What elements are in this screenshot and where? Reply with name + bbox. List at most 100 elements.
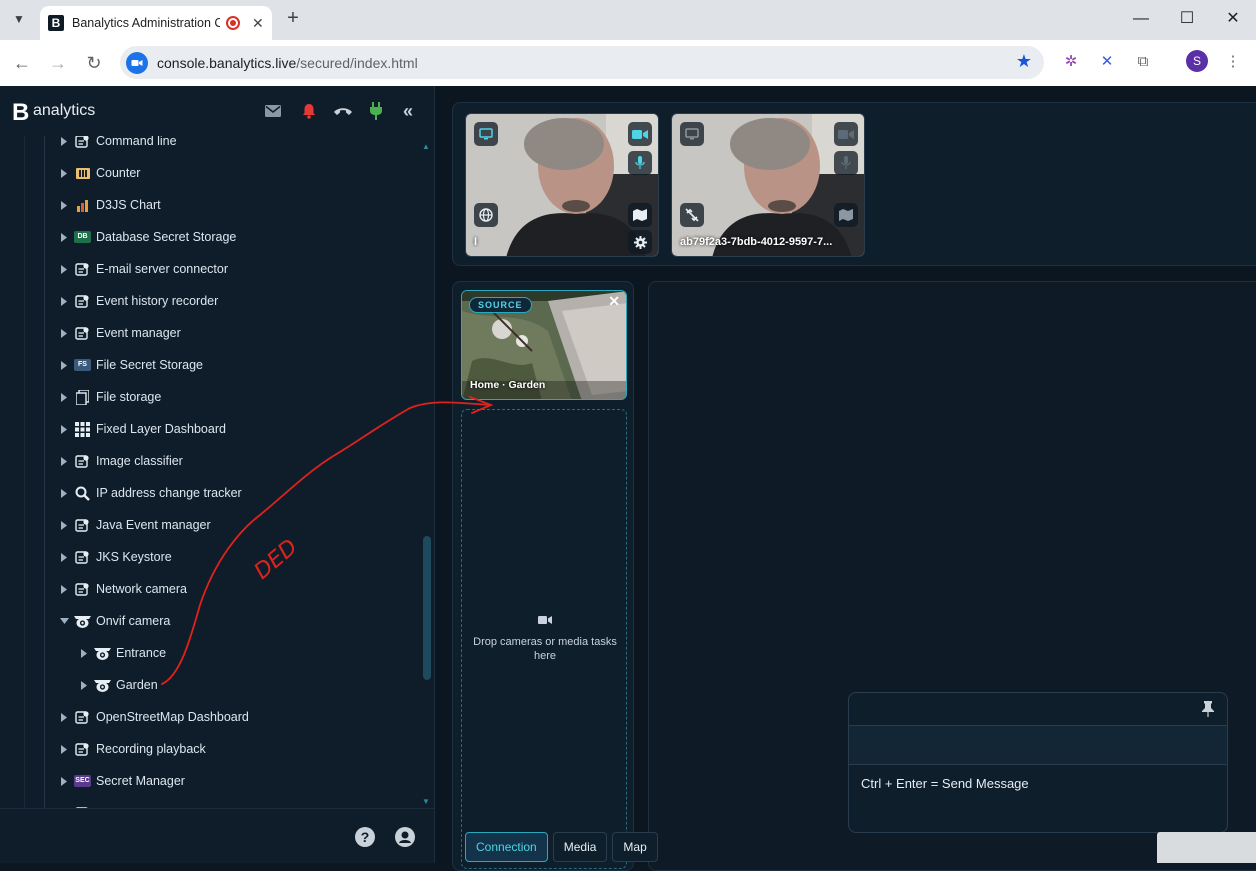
screen-share-off-icon[interactable] (680, 122, 704, 146)
caret-right-icon[interactable] (59, 136, 69, 146)
tree-item-event-history-recorder[interactable]: Event history recorder (59, 290, 218, 312)
caret-right-icon[interactable] (59, 424, 69, 434)
caret-right-icon[interactable] (59, 520, 69, 530)
tree-item-secret-manager[interactable]: SEC Secret Manager (59, 770, 185, 792)
plug-icon[interactable] (366, 101, 386, 121)
tab-media[interactable]: Media (552, 832, 608, 862)
tree-item-label: Command line (96, 136, 177, 148)
map-off-icon[interactable] (834, 203, 858, 227)
tree-item-database-secret-storage[interactable]: DB Database Secret Storage (59, 226, 236, 248)
caret-right-icon[interactable] (59, 296, 69, 306)
caret-right-icon[interactable] (59, 456, 69, 466)
tree-item-entrance[interactable]: Entrance (79, 642, 166, 664)
chat-input[interactable]: Ctrl + Enter = Send Message (849, 765, 1227, 802)
tree-item-recording-playback[interactable]: Recording playback (59, 738, 206, 760)
tab-close-icon[interactable]: ✕ (252, 15, 264, 32)
tree-item-file-storage[interactable]: File storage (59, 386, 161, 408)
tree-item-command-line[interactable]: Command line (59, 136, 177, 152)
caret-right-icon[interactable] (59, 360, 69, 370)
user-icon[interactable] (395, 827, 415, 847)
scroll-down-icon[interactable]: ▼ (422, 797, 430, 806)
chat-messages (849, 726, 1227, 765)
camera-off-icon[interactable] (834, 122, 858, 146)
maximize-icon[interactable]: ☐ (1172, 6, 1202, 32)
tree-item-image-classifier[interactable]: Image classifier (59, 450, 183, 472)
tree-item-java-event-manager[interactable]: Java Event manager (59, 514, 211, 536)
tree-item-garden[interactable]: Garden (79, 674, 158, 696)
back-icon[interactable]: ← (8, 49, 36, 77)
site-info-icon[interactable] (126, 51, 148, 74)
tree-item-network-camera[interactable]: Network camera (59, 578, 187, 600)
video-tile-remote[interactable]: ab79f2a3-7bdb-4012-9597-7... (671, 113, 865, 257)
event-icon (74, 325, 91, 342)
tab-search-icon[interactable]: ▼ (6, 6, 32, 32)
tree-item-fixed-layer-dashboard[interactable]: Fixed Layer Dashboard (59, 418, 226, 440)
caret-right-icon[interactable] (59, 552, 69, 562)
caret-right-icon[interactable] (79, 680, 89, 690)
tab-map[interactable]: Map (612, 832, 658, 862)
unlink-icon[interactable] (680, 203, 704, 227)
caret-right-icon[interactable] (59, 744, 69, 754)
tree-item-file-secret-storage[interactable]: FS File Secret Storage (59, 354, 203, 376)
settings-gear-icon[interactable] (628, 230, 652, 254)
tree-item-ip-address-change-tracker[interactable]: IP address change tracker (59, 482, 242, 504)
close-window-icon[interactable]: ✕ (1218, 6, 1248, 32)
minimize-icon[interactable]: — (1126, 6, 1156, 32)
caret-right-icon[interactable] (59, 776, 69, 786)
caret-right-icon[interactable] (59, 392, 69, 402)
help-icon[interactable]: ? (355, 827, 375, 847)
caret-right-icon[interactable] (59, 264, 69, 274)
tree-item-onvif-camera[interactable]: Onvif camera (59, 610, 170, 632)
camera-on-icon[interactable] (628, 122, 652, 146)
caret-right-icon[interactable] (59, 168, 69, 178)
microphone-icon[interactable] (628, 151, 652, 175)
media-queue-panel: SOURCE ✕ Home · Garden Drop cameras or m… (452, 281, 634, 871)
tree-item-openstreetmap-dashboard[interactable]: OpenStreetMap Dashboard (59, 706, 249, 728)
new-tab-button[interactable]: + (282, 8, 304, 30)
extensions-puzzle-icon[interactable]: ⧉ (1131, 50, 1155, 74)
tree-item-e-mail-server-connector[interactable]: E-mail server connector (59, 258, 228, 280)
profile-avatar[interactable]: S (1186, 50, 1208, 72)
caret-right-icon[interactable] (59, 584, 69, 594)
microphone-off-icon[interactable] (834, 151, 858, 175)
remove-source-icon[interactable]: ✕ (608, 293, 620, 310)
caret-right-icon[interactable] (59, 488, 69, 498)
tree-item-d3js-chart[interactable]: D3JS Chart (59, 194, 161, 216)
caret-right-icon[interactable] (59, 712, 69, 722)
sidebar-header: B analytics « (0, 86, 435, 136)
browser-menu-icon[interactable]: ⋮ (1221, 50, 1245, 74)
extension-gear-icon[interactable]: ✲ (1059, 50, 1083, 74)
globe-icon[interactable] (474, 203, 498, 227)
extension-x-icon[interactable]: ✕ (1095, 50, 1119, 74)
recording-icon (226, 16, 240, 30)
drop-zone[interactable]: Drop cameras or media tasks here (461, 409, 627, 869)
tree-item-counter[interactable]: Counter (59, 162, 140, 184)
omnibox[interactable]: console.banalytics.live/secured/index.ht… (120, 46, 1044, 79)
tab-connection[interactable]: Connection (465, 832, 548, 862)
map-icon[interactable] (628, 203, 652, 227)
caret-right-icon[interactable] (79, 648, 89, 658)
sidebar-scrollbar-thumb[interactable] (423, 536, 431, 680)
app: B analytics « Command line Counter D3JS Ch… (0, 86, 1256, 871)
browser-tab[interactable]: B Banalytics Administration C ✕ (40, 6, 272, 40)
scroll-up-icon[interactable]: ▲ (422, 142, 430, 151)
mail-icon[interactable] (263, 101, 283, 121)
caret-right-icon[interactable] (59, 328, 69, 338)
caret-right-icon[interactable] (59, 200, 69, 210)
tree-item-event-manager[interactable]: Event manager (59, 322, 181, 344)
video-tile-local[interactable]: I (465, 113, 659, 257)
forward-icon[interactable]: → (44, 49, 72, 77)
source-tile[interactable]: SOURCE ✕ Home · Garden (461, 290, 627, 400)
pin-icon[interactable] (1201, 701, 1215, 717)
bell-icon[interactable] (299, 101, 319, 121)
reload-icon[interactable]: ↻ (80, 49, 108, 77)
tree-item-jks-keystore[interactable]: JKS Keystore (59, 546, 172, 568)
phone-icon[interactable] (331, 101, 355, 121)
logo-text: analytics (33, 102, 96, 119)
caret-right-icon[interactable] (59, 232, 69, 242)
caret-down-icon[interactable] (59, 616, 69, 626)
bookmark-star-icon[interactable]: ★ (1016, 51, 1032, 72)
screen-share-icon[interactable] (474, 122, 498, 146)
overlay-box (1157, 832, 1256, 863)
collapse-sidebar-icon[interactable]: « (398, 101, 418, 121)
